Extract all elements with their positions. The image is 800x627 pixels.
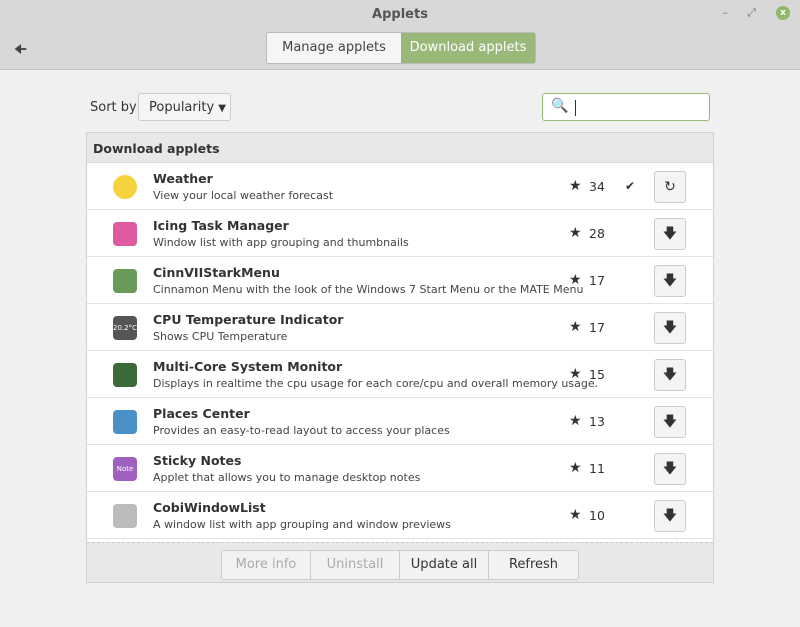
applet-name: Sticky Notes bbox=[153, 453, 242, 468]
download-button[interactable]: 🡇 bbox=[654, 218, 686, 250]
applet-name: CPU Temperature Indicator bbox=[153, 312, 344, 327]
applet-name: Icing Task Manager bbox=[153, 218, 289, 233]
star-icon: ★ bbox=[569, 507, 582, 523]
header-bar: Applets – ⤢ x 🠈 Manage applets Download … bbox=[0, 0, 800, 70]
star-icon: ★ bbox=[569, 460, 582, 476]
download-icon: 🡇 bbox=[662, 508, 678, 524]
sort-dropdown[interactable]: Popularity ▼ bbox=[138, 93, 231, 121]
star-icon: ★ bbox=[569, 366, 582, 382]
star-icon: ★ bbox=[569, 272, 582, 288]
applet-row[interactable]: CobiWindowList A window list with app gr… bbox=[87, 492, 713, 539]
download-icon: 🡇 bbox=[662, 273, 678, 289]
applet-description: A window list with app grouping and wind… bbox=[153, 518, 451, 531]
applet-row[interactable]: CinnVIIStarkMenu Cinnamon Menu with the … bbox=[87, 257, 713, 304]
update-all-button[interactable]: Update all bbox=[400, 551, 489, 579]
star-icon: ★ bbox=[569, 178, 582, 194]
window-title: Applets bbox=[372, 7, 428, 22]
applet-list-panel: Download applets Weather View your local… bbox=[86, 132, 714, 583]
panel-header: Download applets bbox=[87, 133, 713, 163]
applet-row[interactable]: Weather View your local weather forecast… bbox=[87, 163, 713, 210]
applet-description: Applet that allows you to manage desktop… bbox=[153, 471, 421, 484]
applet-icon bbox=[113, 222, 137, 246]
applet-score: 13 bbox=[589, 414, 605, 429]
footer-toolbar: More info Uninstall Update all Refresh bbox=[87, 542, 713, 582]
star-icon: ★ bbox=[569, 225, 582, 241]
refresh-button[interactable]: Refresh bbox=[489, 551, 578, 579]
applet-description: Provides an easy-to-read layout to acces… bbox=[153, 424, 450, 437]
download-icon: 🡇 bbox=[662, 414, 678, 430]
download-button[interactable]: 🡇 bbox=[654, 312, 686, 344]
download-button[interactable]: 🡇 bbox=[654, 359, 686, 391]
applet-icon bbox=[113, 410, 137, 434]
refresh-icon: ↻ bbox=[664, 179, 676, 195]
uninstall-button[interactable]: Uninstall bbox=[311, 551, 400, 579]
applet-description: Cinnamon Menu with the look of the Windo… bbox=[153, 283, 584, 296]
download-icon: 🡇 bbox=[662, 226, 678, 242]
maximize-icon[interactable]: ⤢ bbox=[747, 6, 756, 20]
applet-icon bbox=[113, 269, 137, 293]
download-button[interactable]: 🡇 bbox=[654, 453, 686, 485]
applet-description: Displays in realtime the cpu usage for e… bbox=[153, 377, 599, 390]
applet-description: View your local weather forecast bbox=[153, 189, 334, 202]
applet-icon: Note bbox=[113, 457, 137, 481]
update-button[interactable]: ↻ bbox=[654, 171, 686, 203]
applet-icon: 20.2°C bbox=[113, 316, 137, 340]
back-arrow-icon[interactable]: 🠈 bbox=[14, 39, 27, 63]
search-input[interactable]: 🔍 bbox=[542, 93, 710, 121]
applet-icon bbox=[113, 363, 137, 387]
download-button[interactable]: 🡇 bbox=[654, 406, 686, 438]
more-info-button[interactable]: More info bbox=[222, 551, 311, 579]
view-switcher: Manage applets Download applets bbox=[266, 32, 536, 64]
applet-score: 15 bbox=[589, 367, 605, 382]
applet-row[interactable]: Note Sticky Notes Applet that allows you… bbox=[87, 445, 713, 492]
download-button[interactable]: 🡇 bbox=[654, 265, 686, 297]
applet-description: Shows CPU Temperature bbox=[153, 330, 288, 343]
sort-value: Popularity bbox=[149, 100, 215, 115]
applet-score: 34 bbox=[589, 179, 605, 194]
download-icon: 🡇 bbox=[662, 320, 678, 336]
download-button[interactable]: 🡇 bbox=[654, 500, 686, 532]
applet-description: Window list with app grouping and thumbn… bbox=[153, 236, 409, 249]
applet-name: Places Center bbox=[153, 406, 250, 421]
star-icon: ★ bbox=[569, 413, 582, 429]
applet-name: Weather bbox=[153, 171, 213, 186]
text-cursor bbox=[575, 100, 576, 116]
applet-name: Multi-Core System Monitor bbox=[153, 359, 343, 374]
installed-check-icon: ✔ bbox=[625, 179, 636, 193]
applet-row[interactable]: Icing Task Manager Window list with app … bbox=[87, 210, 713, 257]
minimize-icon[interactable]: – bbox=[723, 6, 729, 19]
applet-row[interactable]: Multi-Core System Monitor Displays in re… bbox=[87, 351, 713, 398]
download-icon: 🡇 bbox=[662, 367, 678, 383]
applet-score: 28 bbox=[589, 226, 605, 241]
applet-score: 17 bbox=[589, 320, 605, 335]
applet-row[interactable]: Places Center Provides an easy-to-read l… bbox=[87, 398, 713, 445]
search-icon: 🔍 bbox=[551, 98, 569, 114]
applet-score: 10 bbox=[589, 508, 605, 523]
chevron-down-icon: ▼ bbox=[218, 103, 226, 114]
applet-score: 11 bbox=[589, 461, 605, 476]
sort-label: Sort by bbox=[90, 100, 137, 115]
tab-download-applets[interactable]: Download applets bbox=[401, 33, 535, 63]
applet-score: 17 bbox=[589, 273, 605, 288]
applet-row[interactable]: 20.2°C CPU Temperature Indicator Shows C… bbox=[87, 304, 713, 351]
applet-icon bbox=[113, 504, 137, 528]
download-icon: 🡇 bbox=[662, 461, 678, 477]
tab-manage-applets[interactable]: Manage applets bbox=[267, 33, 401, 63]
applet-name: CobiWindowList bbox=[153, 500, 266, 515]
close-icon[interactable]: x bbox=[776, 6, 790, 20]
star-icon: ★ bbox=[569, 319, 582, 335]
applet-name: CinnVIIStarkMenu bbox=[153, 265, 280, 280]
applet-icon bbox=[113, 175, 137, 199]
